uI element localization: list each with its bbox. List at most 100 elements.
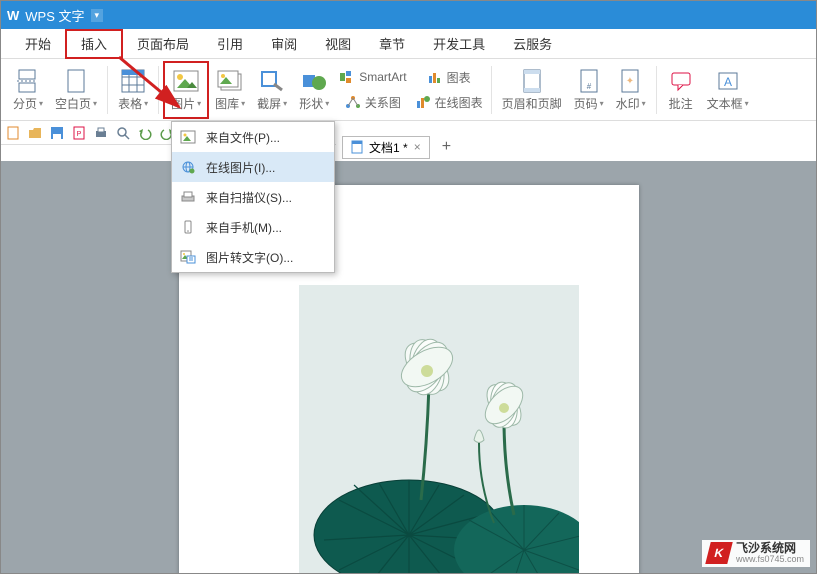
- smartart-icon: [339, 70, 355, 84]
- dropdown-arrow-icon: ▾: [283, 99, 287, 108]
- dropdown-arrow-icon: ▾: [197, 99, 201, 108]
- text-box-button[interactable]: A 文本框▾: [701, 61, 755, 119]
- chart-button[interactable]: 图表: [411, 65, 487, 89]
- dropdown-item-label: 在线图片(I)...: [206, 159, 275, 176]
- header-footer-button[interactable]: 页眉和页脚: [496, 61, 568, 119]
- dropdown-arrow-icon: ▾: [241, 99, 245, 108]
- insert-picture-button[interactable]: 图片▾: [163, 61, 209, 119]
- online-chart-label: 在线图表: [435, 94, 483, 111]
- dropdown-item-label: 来自文件(P)...: [206, 129, 280, 146]
- page-break-icon: [14, 67, 42, 95]
- app-icon: W: [7, 8, 19, 23]
- gallery-label: 图库: [215, 95, 239, 112]
- qat-print-icon[interactable]: [93, 125, 109, 141]
- document-tab[interactable]: 文档1 * ×: [342, 136, 430, 159]
- inserted-image[interactable]: [299, 285, 579, 573]
- app-title: WPS 文字: [25, 6, 84, 25]
- table-icon: [119, 67, 147, 95]
- dropdown-from-scanner[interactable]: 来自扫描仪(S)...: [172, 182, 334, 212]
- blank-page-button[interactable]: 空白页▾: [49, 61, 103, 119]
- watermark-icon: ✦: [617, 67, 645, 95]
- chart-icon: [427, 70, 443, 84]
- dropdown-arrow-icon: ▾: [325, 99, 329, 108]
- dropdown-picture-to-text[interactable]: 图片转文字(O)...: [172, 242, 334, 272]
- screenshot-label: 截屏: [257, 95, 281, 112]
- blank-page-label: 空白页: [55, 95, 91, 112]
- menu-references[interactable]: 引用: [203, 29, 257, 59]
- menu-bar: 开始 插入 页面布局 引用 审阅 视图 章节 开发工具 云服务: [1, 29, 816, 59]
- qat-export-icon[interactable]: P: [71, 125, 87, 141]
- dropdown-from-phone[interactable]: 来自手机(M)...: [172, 212, 334, 242]
- svg-text:P: P: [77, 131, 82, 138]
- online-chart-button[interactable]: 在线图表: [411, 90, 487, 114]
- text-box-icon: A: [714, 67, 742, 95]
- insert-picture-dropdown: 来自文件(P)... 在线图片(I)... 来自扫描仪(S)... 来自手机(M…: [171, 121, 335, 273]
- ribbon: 分页▾ 空白页▾ 表格▾ 图片▾ 图库▾ 截屏▾ 形状▾ SmartArt 关系…: [1, 59, 816, 121]
- picture-file-icon: [180, 129, 196, 145]
- page-number-label: 页码: [574, 95, 598, 112]
- shape-button[interactable]: 形状▾: [293, 61, 335, 119]
- document-tab-strip: 文档1 * × +: [336, 134, 816, 160]
- page-break-label: 分页: [13, 95, 37, 112]
- menu-page-layout[interactable]: 页面布局: [123, 29, 203, 59]
- watermark-label: 水印: [616, 95, 640, 112]
- shape-icon: [300, 67, 328, 95]
- relation-icon: [345, 95, 361, 109]
- dropdown-arrow-icon: ▾: [39, 99, 43, 108]
- table-button[interactable]: 表格▾: [112, 61, 154, 119]
- doc-icon: [351, 140, 363, 154]
- new-tab-button[interactable]: +: [434, 138, 459, 156]
- relation-button[interactable]: 关系图: [335, 90, 410, 114]
- dropdown-arrow-icon: ▾: [642, 99, 646, 108]
- qat-save-icon[interactable]: [49, 125, 65, 141]
- dropdown-item-label: 来自手机(M)...: [206, 219, 282, 236]
- dropdown-online-picture[interactable]: 在线图片(I)...: [172, 152, 334, 182]
- gallery-button[interactable]: 图库▾: [209, 61, 251, 119]
- page-number-button[interactable]: # 页码▾: [568, 61, 610, 119]
- watermark-url: www.fs0745.com: [736, 555, 804, 565]
- smartart-button[interactable]: SmartArt: [335, 65, 410, 89]
- svg-text:#: #: [586, 82, 591, 91]
- dropdown-item-label: 图片转文字(O)...: [206, 249, 293, 266]
- qat-open-icon[interactable]: [27, 125, 43, 141]
- header-footer-label: 页眉和页脚: [502, 95, 562, 112]
- smartart-label: SmartArt: [359, 70, 406, 84]
- menu-dev-tools[interactable]: 开发工具: [419, 29, 499, 59]
- screenshot-button[interactable]: 截屏▾: [251, 61, 293, 119]
- title-dropdown[interactable]: ▾: [91, 9, 104, 22]
- qat-preview-icon[interactable]: [115, 125, 131, 141]
- qat-new-icon[interactable]: [5, 125, 21, 141]
- site-watermark: K 飞沙系统网 www.fs0745.com: [702, 540, 810, 567]
- relation-label: 关系图: [365, 94, 401, 111]
- online-picture-icon: [180, 159, 196, 175]
- watermark-logo-icon: K: [705, 542, 732, 564]
- dropdown-arrow-icon: ▾: [144, 99, 148, 108]
- comment-button[interactable]: 批注: [661, 61, 701, 119]
- menu-start[interactable]: 开始: [11, 29, 65, 59]
- gallery-icon: [216, 67, 244, 95]
- qat-undo-icon[interactable]: [137, 125, 153, 141]
- svg-text:✦: ✦: [625, 76, 633, 87]
- svg-text:A: A: [724, 75, 732, 89]
- menu-view[interactable]: 视图: [311, 29, 365, 59]
- menu-insert[interactable]: 插入: [65, 29, 123, 59]
- text-box-label: 文本框: [707, 95, 743, 112]
- menu-review[interactable]: 审阅: [257, 29, 311, 59]
- separator: [491, 66, 492, 114]
- document-canvas[interactable]: [1, 161, 816, 573]
- blank-page-icon: [62, 67, 90, 95]
- page-break-button[interactable]: 分页▾: [7, 61, 49, 119]
- separator: [107, 66, 108, 114]
- separator: [158, 66, 159, 114]
- dropdown-from-file[interactable]: 来自文件(P)...: [172, 122, 334, 152]
- picture-icon: [172, 67, 200, 95]
- screenshot-icon: [258, 67, 286, 95]
- menu-chapter[interactable]: 章节: [365, 29, 419, 59]
- chart-label: 图表: [447, 69, 471, 86]
- close-tab-icon[interactable]: ×: [414, 140, 421, 154]
- watermark-button[interactable]: ✦ 水印▾: [610, 61, 652, 119]
- ocr-icon: [180, 249, 196, 265]
- page-number-icon: #: [575, 67, 603, 95]
- menu-cloud[interactable]: 云服务: [499, 29, 566, 59]
- document-tab-label: 文档1 *: [369, 139, 408, 156]
